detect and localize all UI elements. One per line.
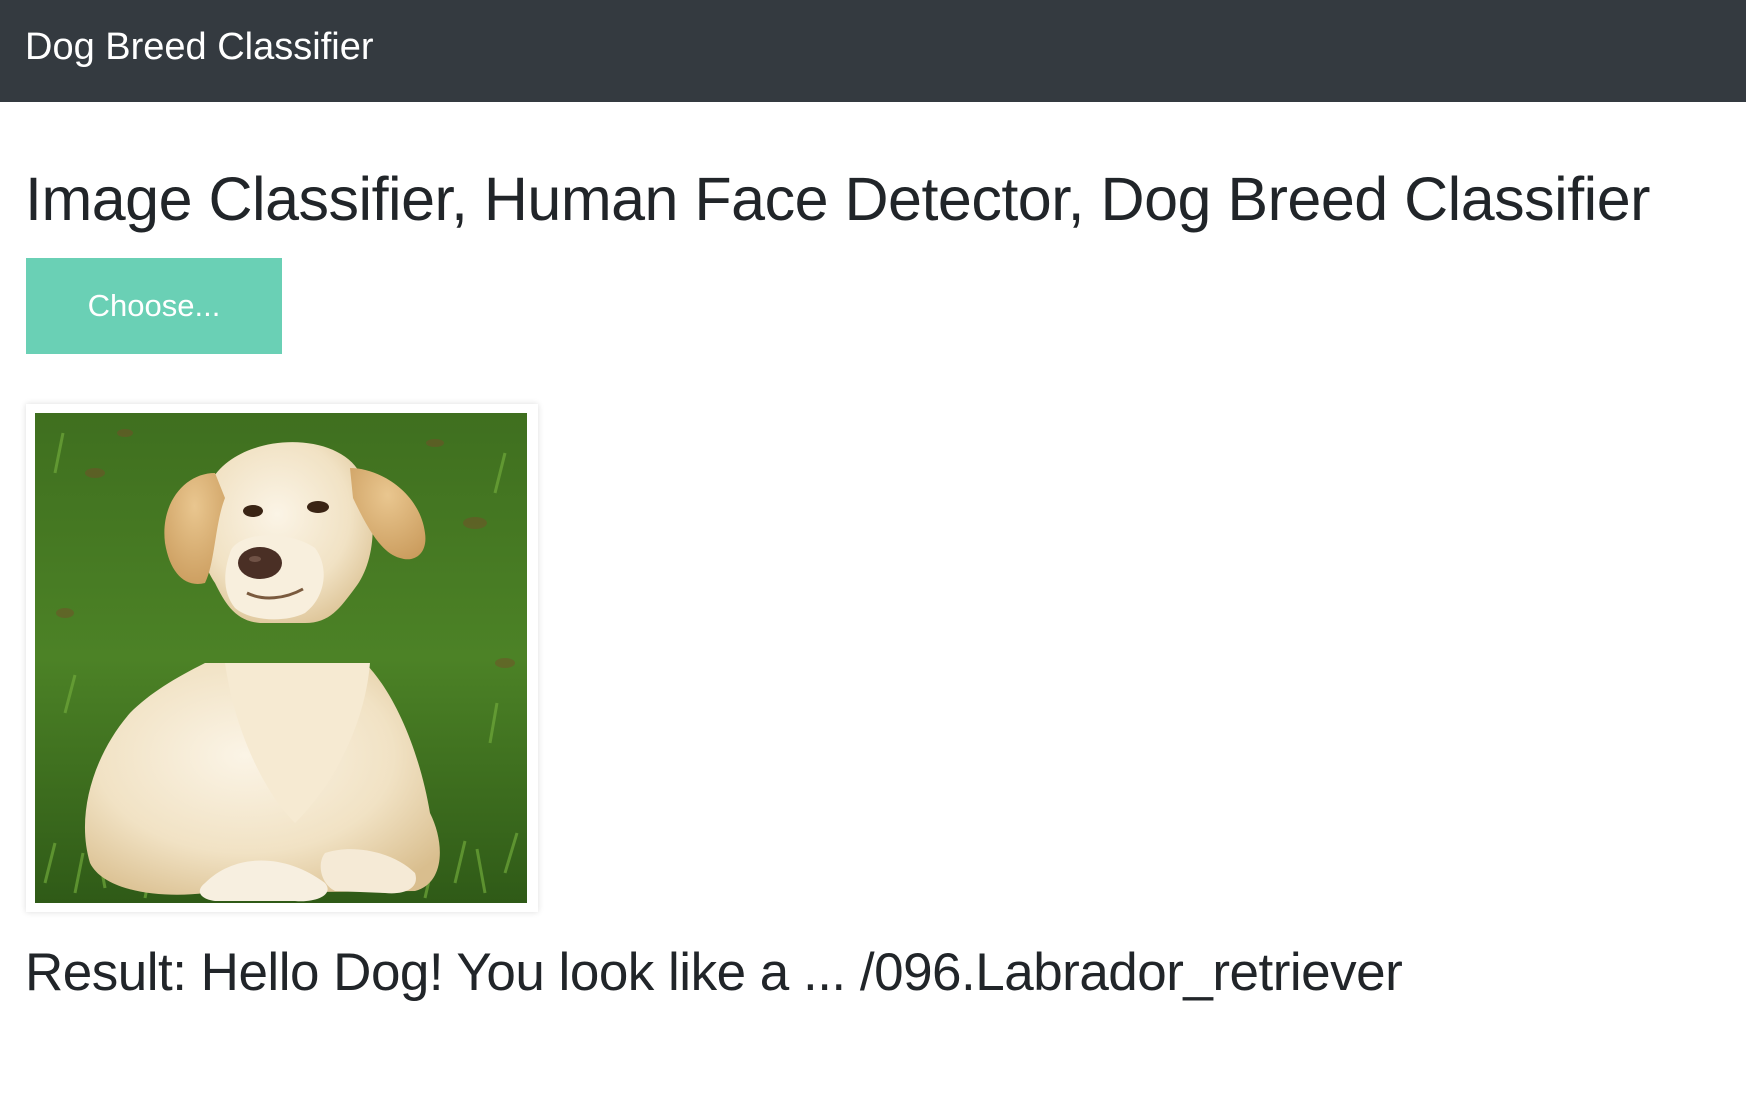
navbar: Dog Breed Classifier [0,0,1746,102]
choose-file-button[interactable]: Choose... [26,258,282,354]
navbar-brand[interactable]: Dog Breed Classifier [25,28,373,66]
result-text: Result: Hello Dog! You look like a ... /… [25,943,1403,1002]
dog-photo-image [35,413,527,903]
uploaded-image-thumbnail [26,404,538,912]
page-title: Image Classifier, Human Face Detector, D… [25,165,1650,233]
